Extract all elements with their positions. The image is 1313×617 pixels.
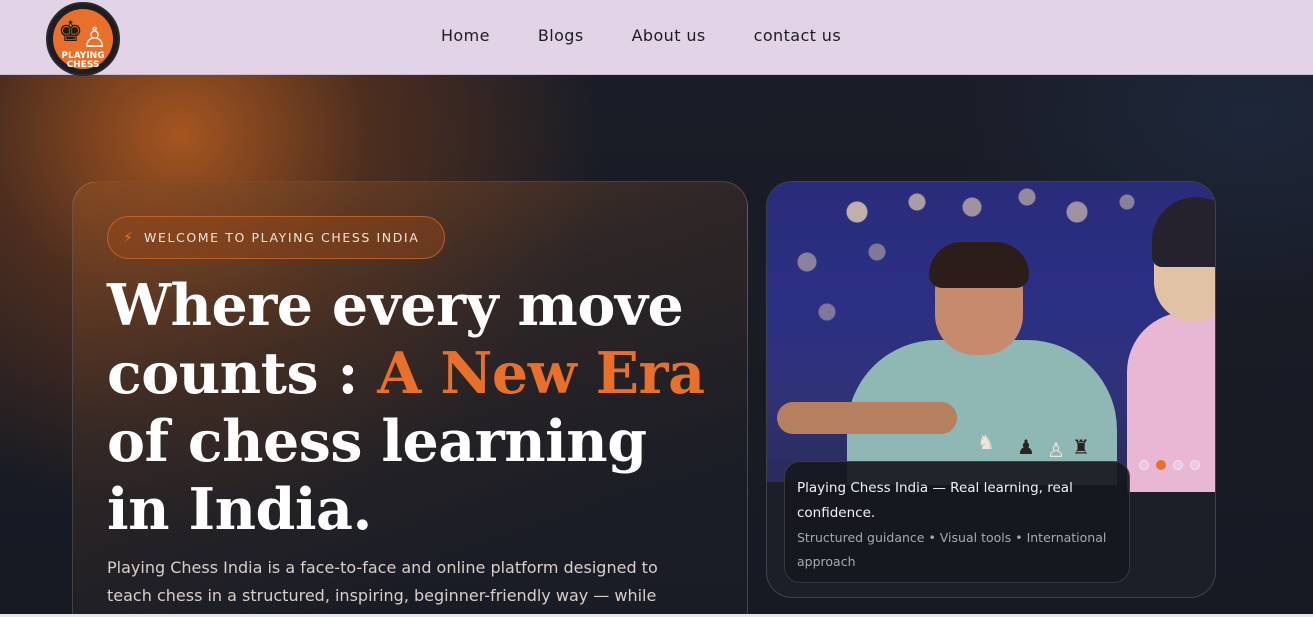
chess-piece-icon: ♟ <box>1017 435 1035 459</box>
site-header: ♚ ♙ PLAYING CHESS Home Blogs About us co… <box>0 0 1313 76</box>
welcome-badge: ⚡ WELCOME TO PLAYING CHESS INDIA <box>107 216 445 259</box>
carousel-dot-active[interactable] <box>1156 460 1166 470</box>
showcase-card: ♞ ♟ ♙ ♜ Playing Chess India — Real learn… <box>766 181 1216 598</box>
hero-description: Playing Chess India is a face-to-face an… <box>107 558 658 617</box>
nav-blogs[interactable]: Blogs <box>538 26 584 45</box>
carousel-dot[interactable] <box>1139 460 1149 470</box>
carousel-dot[interactable] <box>1190 460 1200 470</box>
welcome-badge-text: WELCOME TO PLAYING CHESS INDIA <box>144 230 420 245</box>
nav-about-us[interactable]: About us <box>632 26 706 45</box>
nav-contact-us[interactable]: contact us <box>754 26 841 45</box>
chess-player-photo: ♞ ♟ ♙ ♜ <box>767 182 1215 492</box>
carousel-dots <box>1139 460 1207 470</box>
site-logo[interactable]: ♚ ♙ PLAYING CHESS <box>46 2 120 76</box>
main-nav: Home Blogs About us contact us <box>441 26 841 45</box>
headline-text-end: of chess learning in India. <box>107 408 647 543</box>
photo-opponent <box>1127 197 1215 492</box>
logo-text-line2: CHESS <box>66 60 100 70</box>
hero-headline: Where every move counts : A New Era of c… <box>107 272 727 544</box>
chess-pawn-icon: ♙ <box>82 21 108 54</box>
carousel-dot[interactable] <box>1173 460 1183 470</box>
chess-piece-icon: ♙ <box>1047 438 1065 462</box>
chess-piece-icon: ♞ <box>977 430 995 454</box>
caption-title: Playing Chess India — Real learning, rea… <box>797 480 1073 521</box>
nav-home[interactable]: Home <box>441 26 490 45</box>
lightning-icon: ⚡ <box>123 229 133 246</box>
chess-piece-icon: ♜ <box>1072 435 1090 459</box>
caption-subtitle: Structured guidance • Visual tools • Int… <box>797 530 1107 569</box>
showcase-caption: Playing Chess India — Real learning, rea… <box>784 461 1130 583</box>
chess-king-icon: ♚ <box>58 15 84 48</box>
headline-accent: A New Era <box>377 340 705 407</box>
